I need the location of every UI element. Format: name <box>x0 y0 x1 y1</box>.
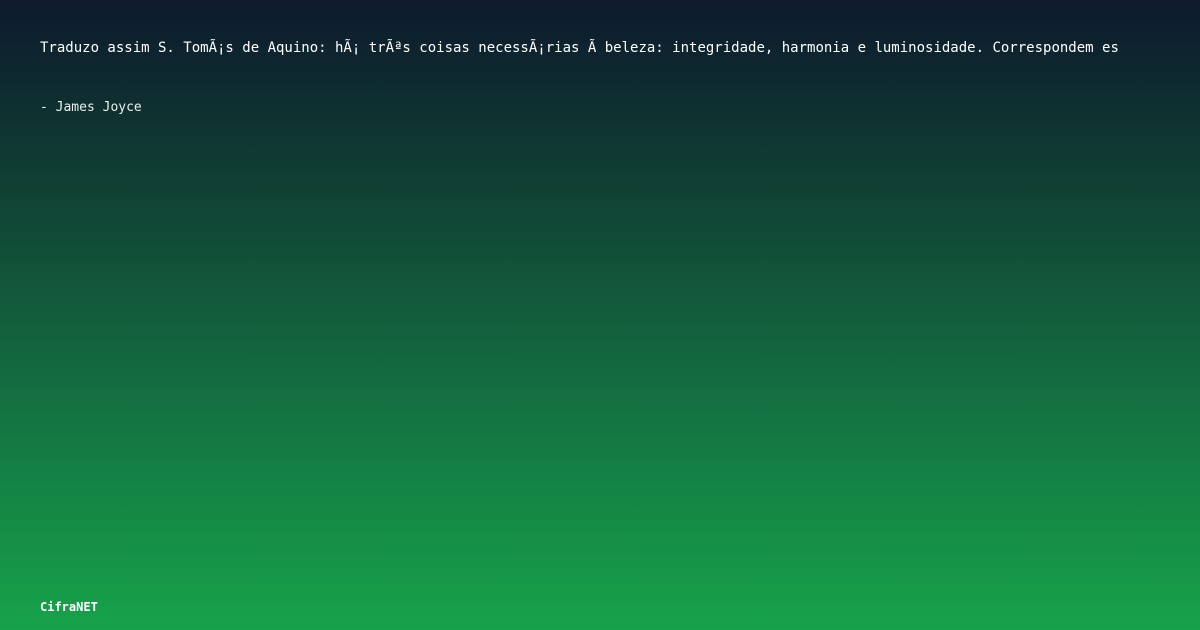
quote-card: { "quote": { "text": "Traduzo assim S. T… <box>0 0 1200 630</box>
brand-name: CifraNET <box>40 600 98 614</box>
quote-text: Traduzo assim S. TomÃ¡s de Aquino: hÃ¡ t… <box>40 40 1119 56</box>
quote-author: - James Joyce <box>40 100 142 115</box>
